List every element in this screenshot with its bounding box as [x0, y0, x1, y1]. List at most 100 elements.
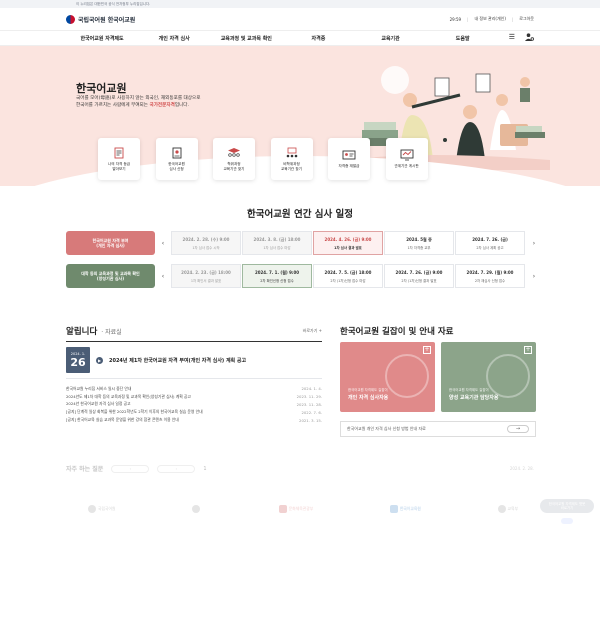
next-arrow-icon[interactable]: › [526, 273, 542, 280]
archive-tab[interactable]: · 자료실 [101, 327, 121, 336]
chatbot-button[interactable]: 한국어교원 자격제도 챗봇 바로가기 [540, 499, 594, 513]
nav-item[interactable]: 자격증 [282, 35, 354, 42]
notice-date: 2021. 3. 15. [299, 417, 322, 423]
slot-text: 1차 자격증 교부 [407, 245, 431, 250]
partner-name: 한국어교육원 [399, 506, 421, 511]
slot-date: 2024. 7. 1. (월) 9:00 [254, 269, 300, 275]
guide-link-field[interactable]: 한국어교원 개인 자격 심사 신청 방법 안내 자료 → [340, 421, 536, 437]
notice-item[interactable]: [공지] 한국어교육 실습 교과목 운영을 위한 강의 참관 콘텐츠 이용 안내… [66, 416, 322, 424]
quick-link-nondegree[interactable]: 비학위과정 교육기관 찾기 [270, 138, 313, 180]
partner-logo[interactable] [192, 505, 202, 513]
notice-list: 한국어교원 누리집 서비스 일시 중단 안내 2024. 1. 4. 2024년도… [66, 385, 322, 424]
schedule-slot: 2024. 7. 26. (금) 9:00 2차 (1차)신청 결과 발표 [384, 264, 454, 288]
slot-text: 2차 확인신청 신청 접수 [260, 278, 294, 283]
monitor-board-icon [400, 149, 414, 161]
nav-item[interactable]: 도움말 [427, 35, 499, 42]
nav-item[interactable]: 개인 자격 심사 [138, 35, 210, 42]
badge-illustration-icon [385, 354, 429, 398]
faq-next-button[interactable]: › [157, 464, 196, 473]
partner-logo[interactable]: 국립국어원 [88, 505, 115, 513]
nav-item[interactable]: 한국어교원 자격제도 [66, 35, 138, 42]
hamburger-icon[interactable]: ☰ [509, 33, 515, 43]
hero-desc-text: 한국어를 가르치는 사람에게 부여되는 [76, 102, 150, 108]
quick-link-label: 관계기관 게시판 [394, 164, 419, 169]
quick-link-label: 한국어교원 심사 신청 [168, 161, 185, 171]
partner-name: 교육부 [507, 506, 518, 511]
nav-item[interactable]: 교육과정 및 교과목 확인 [210, 35, 282, 42]
slot-text: 1차 심사 결과 발표 [334, 245, 362, 250]
partner-mark-icon [192, 505, 201, 513]
guide-card-caption: 한국어교원 자격제도 길잡이 [449, 388, 489, 392]
quick-link-board[interactable]: 관계기관 게시판 [385, 138, 428, 180]
divider: | [511, 16, 514, 22]
schedule-slot: 2024. 7. 26. (금) 2차 심사 계획 공고 [455, 231, 525, 255]
slot-text: 2차 심사 계획 공고 [476, 245, 504, 250]
schedule-slot-current: 2024. 7. 1. (월) 9:00 2차 확인신청 신청 접수 [242, 264, 312, 288]
notice-title: [공지] 단계적 일상 회복을 위한 2022학년도 2학기 이후의 한국어교육… [66, 409, 203, 415]
featured-title: 2024년 제1차 한국어교원 자격 부여(개인 자격 심사) 계획 공고 [109, 357, 247, 364]
notice-title: 2024년도 제1차 대학 등의 교육과정 및 교과목 확인(양성기관 심사) … [66, 393, 191, 399]
notice-item[interactable]: 한국어교원 누리집 서비스 일시 중단 안내 2024. 1. 4. [66, 385, 322, 393]
logout-link[interactable]: 로그아웃 [519, 16, 534, 22]
partner-mark-icon [278, 505, 287, 513]
notice-header: 알립니다 · 자료실 바로가기 + [66, 325, 322, 342]
logo-text: 국립국어원 한국어교원 [78, 16, 136, 24]
hero-description: 국어를 모어(母語)로 사용하지 않는 외국인, 재외동포를 대상으로 한국어를… [76, 96, 200, 109]
quick-link-apply[interactable]: 한국어교원 심사 신청 [155, 138, 198, 180]
faq-prev-button[interactable]: ‹ [111, 464, 150, 473]
schedule-slot: 2024. 2. 23. (금) 18:00 1차 확인서 결과 발표 [171, 264, 241, 288]
faq-date: 2024. 2. 28. [509, 466, 534, 471]
notice-tab[interactable]: 알립니다 [66, 325, 97, 337]
partner-mark-icon [389, 505, 398, 513]
next-arrow-icon[interactable]: › [526, 240, 542, 247]
notice-date: 2023. 11. 28. [296, 401, 322, 407]
guide-title: 한국어교원 길잡이 및 안내 자료 [340, 327, 454, 337]
graduation-group-icon [227, 147, 241, 159]
featured-day: 26 [70, 355, 86, 369]
slot-date: 2024. 3. 8. (금) 18:00 [253, 236, 301, 242]
plus-icon[interactable]: + [524, 346, 532, 354]
application-form-icon [170, 147, 184, 159]
site-header: 국립국어원 한국어교원 29:59 | 내 정보 관리(개인) | 로그아웃 [0, 8, 600, 30]
arrow-right-icon[interactable]: → [507, 425, 529, 433]
slot-text: 1차 심사 접수 시작 [192, 245, 220, 250]
quick-link-label: 비학위과정 교육기관 찾기 [281, 161, 302, 171]
slot-date: 2024. 7. 5. (금) 18:00 [324, 269, 372, 275]
notice-date: 2024. 1. 4. [301, 386, 322, 392]
guide-section: 한국어교원 길잡이 및 안내 자료 + 한국어교원 자격제도 길잡이 개인 자격… [340, 325, 536, 437]
schedule-slot-current: 2024. 4. 26. (금) 9:00 1차 심사 결과 발표 [313, 231, 383, 255]
slot-date: 2024. 4. 26. (금) 9:00 [324, 236, 372, 242]
partner-logo[interactable]: 한국어교육원 [389, 505, 421, 513]
prev-arrow-icon[interactable]: ‹ [155, 240, 171, 247]
prev-arrow-icon[interactable]: ‹ [155, 273, 171, 280]
schedule-row-individual: 한국어교원 자격 부여 (개인 자격 심사) ‹ 2024. 2. 28. (수… [66, 231, 542, 255]
utility-menu: 29:59 | 내 정보 관리(개인) | 로그아웃 [450, 16, 534, 22]
partner-mark-icon [497, 505, 506, 513]
notice-title: 한국어교원 누리집 서비스 일시 중단 안내 [66, 385, 132, 391]
quick-link-degree[interactable]: 학위과정 교육기관 찾기 [213, 138, 255, 180]
notice-item[interactable]: 2024년도 제1차 대학 등의 교육과정 및 교과목 확인(양성기관 심사) … [66, 393, 322, 401]
faq-title: 자주 하는 질문 [66, 466, 104, 473]
guide-card-institution[interactable]: + 한국어교원 자격제도 길잡이 양성 교육기관 담당자용 [441, 342, 536, 412]
slot-date: 2024. 2. 28. (수) 9:00 [182, 236, 230, 242]
nav-item[interactable]: 교육기관 [355, 35, 427, 42]
partner-name: 문화체육관광부 [288, 506, 314, 511]
featured-notice[interactable]: 2024. 1. 26 ▶ 2024년 제1차 한국어교원 자격 부여(개인 자… [66, 347, 322, 379]
partner-logo[interactable]: 문화체육관광부 [278, 505, 314, 513]
notice-date: 2022. 7. 6. [301, 409, 322, 415]
plus-icon[interactable]: + [423, 346, 431, 354]
quick-link-grade[interactable]: 나의 자격 등급 알아보기 [98, 138, 140, 180]
notice-more-link[interactable]: 바로가기 + [303, 328, 322, 334]
quick-link-reissue[interactable]: 자격증 재발급 [328, 138, 370, 180]
user-settings-icon[interactable] [525, 33, 535, 43]
schedule-title: 한국어교원 연간 심사 일정 [246, 209, 354, 220]
quick-links: 나의 자격 등급 알아보기 한국어교원 심사 신청 학위과정 교육기관 찾기 비… [98, 138, 428, 180]
schedule-row-label: 한국어교원 자격 부여 (개인 자격 심사) [66, 231, 155, 255]
my-info-link[interactable]: 내 정보 관리(개인) [474, 16, 505, 22]
notice-item[interactable]: 2024년 한국어교원 자격 심사 일정 공고 2023. 11. 28. [66, 401, 322, 409]
notice-item[interactable]: [공지] 단계적 일상 회복을 위한 2022학년도 2학기 이후의 한국어교육… [66, 408, 322, 416]
partner-name: 국립국어원 [98, 506, 116, 511]
guide-card-individual[interactable]: + 한국어교원 자격제도 길잡이 개인 자격 심사자용 [340, 342, 435, 412]
site-logo[interactable]: 국립국어원 한국어교원 [66, 14, 136, 24]
partner-logo[interactable]: 교육부 [497, 505, 518, 513]
